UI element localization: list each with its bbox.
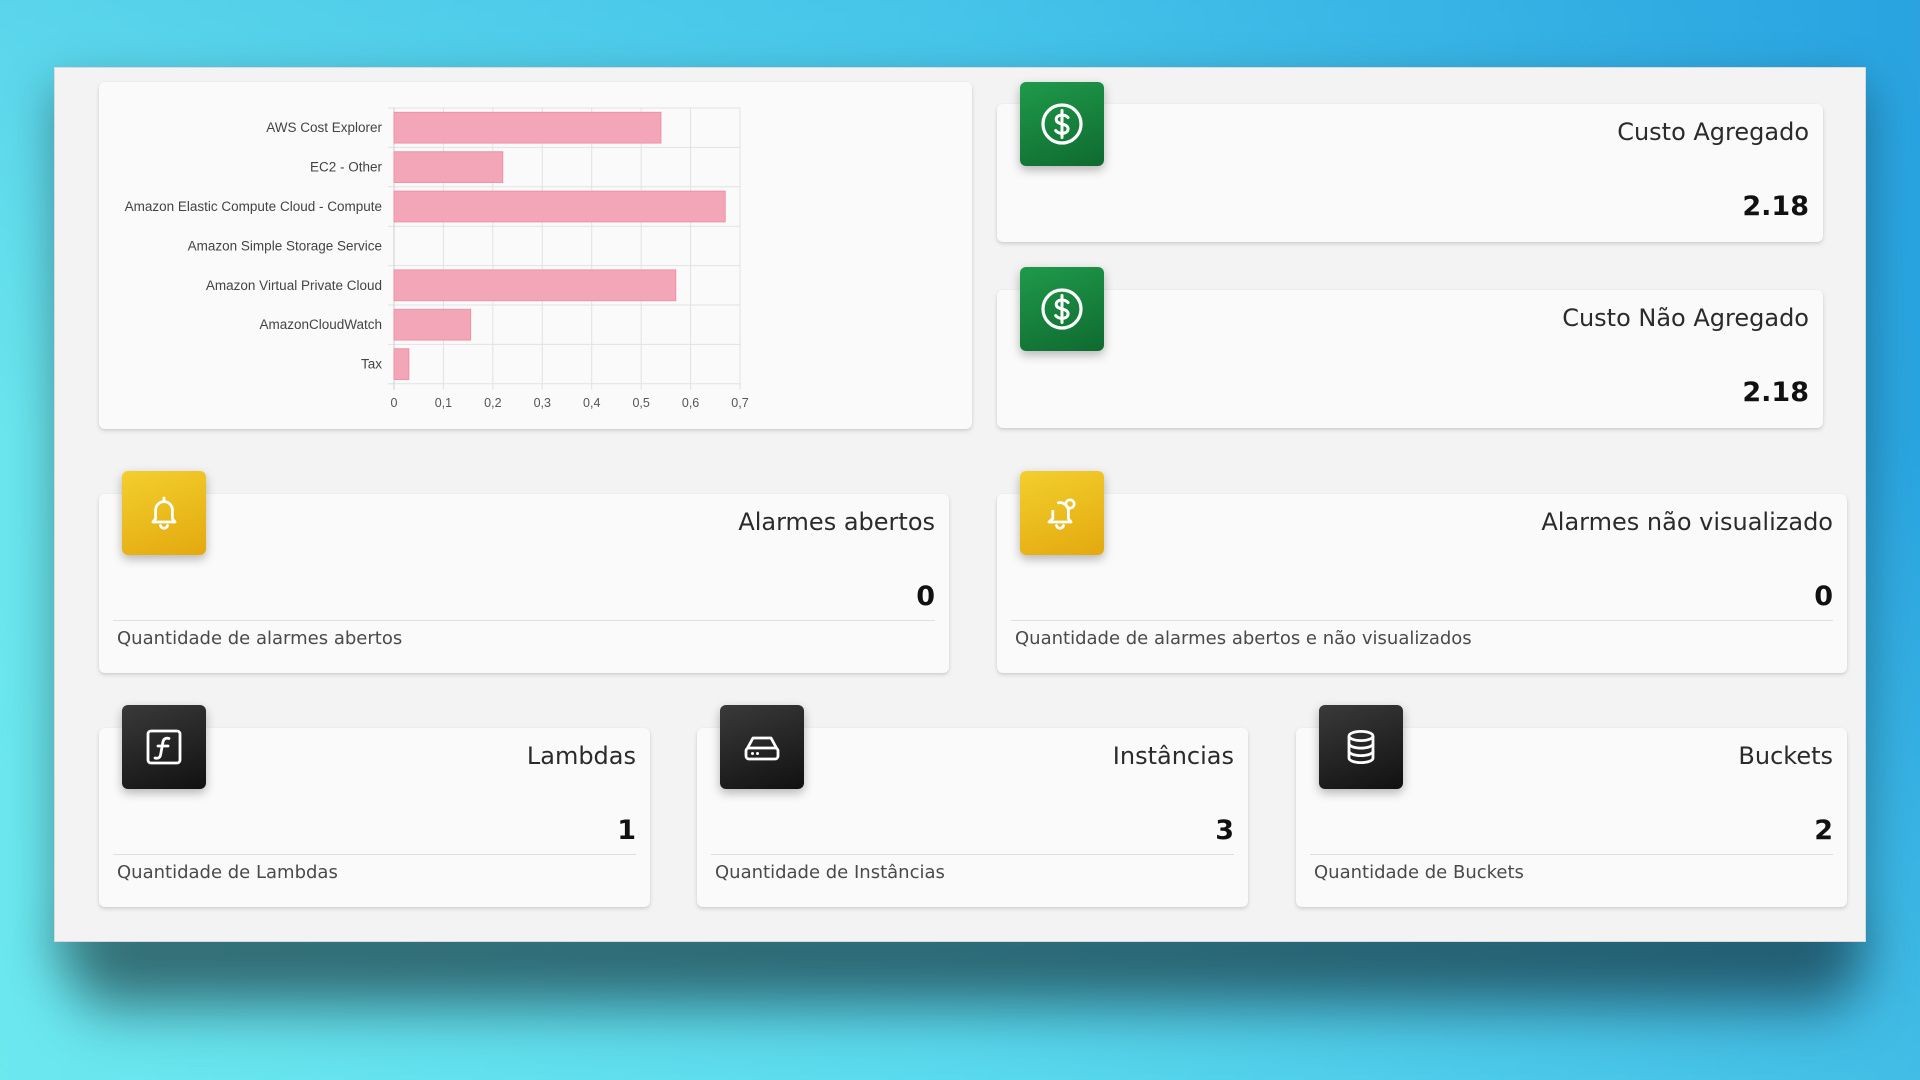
dollar-icon (1020, 267, 1104, 351)
card-divider (113, 620, 935, 621)
x-tick-label: 0,6 (682, 396, 699, 410)
card-value: 2.18 (1742, 377, 1809, 408)
bar[interactable] (393, 308, 472, 341)
card-value: 1 (617, 815, 636, 846)
card-title: Buckets (1738, 742, 1833, 770)
card-divider (1310, 854, 1833, 855)
card-footer: Quantidade de Instâncias (715, 862, 945, 883)
card-value: 0 (1814, 581, 1833, 612)
alarms-unseen-card: Alarmes não visualizado 0 Quantidade de … (997, 494, 1847, 673)
window-shadow (70, 930, 1860, 1010)
dashboard-window: 0 0,1 0,2 0,3 0,4 0,5 0,6 0,7 AWS Cost Explorer E… (54, 67, 1866, 942)
cost-chart-card: 0 0,1 0,2 0,3 0,4 0,5 0,6 0,7 AWS Cost Explorer E… (99, 82, 972, 429)
category-label: Amazon Simple Storage Service (188, 238, 382, 253)
bar[interactable] (393, 190, 726, 223)
category-label: Amazon Elastic Compute Cloud - Compute (125, 199, 382, 214)
bar[interactable] (393, 111, 662, 144)
category-label: EC2 - Other (310, 160, 383, 175)
category-label: Tax (361, 357, 382, 372)
bar[interactable] (393, 269, 677, 302)
card-title: Alarmes abertos (738, 508, 935, 536)
card-title: Custo Agregado (1617, 118, 1809, 146)
card-divider (113, 854, 636, 855)
x-tick-label: 0,7 (731, 396, 748, 410)
x-tick-label: 0,4 (583, 396, 600, 410)
alarms-open-card: Alarmes abertos 0 Quantidade de alarmes … (99, 494, 949, 673)
card-divider (711, 854, 1234, 855)
card-footer: Quantidade de alarmes abertos (117, 628, 403, 649)
bell-alert-icon (1020, 471, 1104, 555)
card-value: 0 (916, 581, 935, 612)
card-value: 2 (1814, 815, 1833, 846)
bell-icon (122, 471, 206, 555)
card-title: Instâncias (1112, 742, 1234, 770)
bar[interactable] (393, 151, 504, 183)
card-value: 3 (1215, 815, 1234, 846)
card-title: Lambdas (526, 742, 636, 770)
category-label: AWS Cost Explorer (266, 120, 382, 135)
x-tick-label: 0,2 (484, 396, 501, 410)
cost-aggregated-card: Custo Agregado 2.18 (997, 104, 1823, 242)
card-value: 2.18 (1742, 191, 1809, 222)
x-tick-label: 0,3 (534, 396, 551, 410)
card-divider (1011, 620, 1833, 621)
x-tick-label: 0 (391, 396, 398, 410)
card-footer: Quantidade de Buckets (1314, 862, 1524, 883)
dollar-icon (1020, 82, 1104, 166)
card-title: Custo Não Agregado (1562, 304, 1809, 332)
x-tick-label: 0,1 (435, 396, 452, 410)
cost-bar-chart: 0 0,1 0,2 0,3 0,4 0,5 0,6 0,7 AWS Cost Explorer E… (125, 107, 749, 410)
x-tick-label: 0,5 (632, 396, 649, 410)
server-drive-icon (720, 705, 804, 789)
card-footer: Quantidade de Lambdas (117, 862, 338, 883)
bar[interactable] (393, 348, 410, 380)
card-title: Alarmes não visualizado (1541, 508, 1833, 536)
cost-not-aggregated-card: Custo Não Agregado 2.18 (997, 290, 1823, 428)
database-icon (1319, 705, 1403, 789)
card-footer: Quantidade de alarmes abertos e não visu… (1015, 628, 1472, 649)
category-label: Amazon Virtual Private Cloud (206, 278, 382, 293)
category-label: AmazonCloudWatch (259, 317, 382, 332)
function-icon (122, 705, 206, 789)
